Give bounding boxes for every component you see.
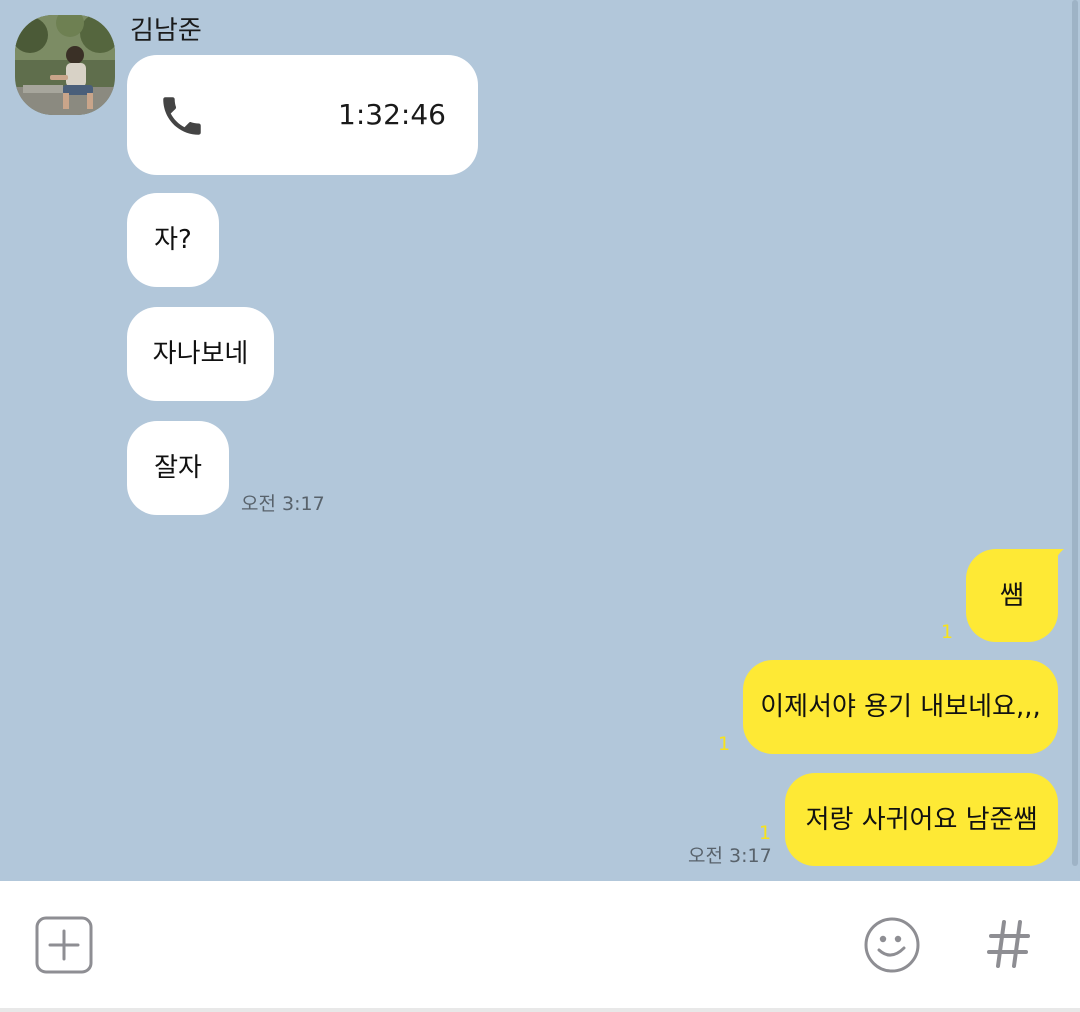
divider <box>0 1008 1080 1012</box>
message-bubble-in[interactable]: 자나보네 <box>127 307 274 401</box>
call-duration: 1:32:46 <box>338 98 446 131</box>
unread-count: 1 <box>718 733 731 755</box>
phone-icon <box>163 97 201 135</box>
message-text: 잘자 <box>154 453 202 483</box>
scrollbar[interactable] <box>1072 0 1078 866</box>
message-text: 자나보네 <box>152 339 249 369</box>
chat-area[interactable]: 김남준 1:32:46 자? 자나보네 잘자 오전 3:17 쌤 1 이제서야 … <box>0 0 1080 881</box>
message-text: 이제서야 용기 내보네요,,, <box>760 692 1041 722</box>
message-bubble-out[interactable]: 이제서야 용기 내보네요,,, <box>743 660 1058 754</box>
message-text: 자? <box>154 225 192 255</box>
call-record-bubble[interactable]: 1:32:46 <box>127 55 478 175</box>
message-bubble-in[interactable]: 자? <box>127 193 219 287</box>
message-text: 저랑 사귀어요 남준쌤 <box>805 804 1038 835</box>
plus-square-icon[interactable] <box>35 916 93 974</box>
message-timestamp: 오전 3:17 <box>241 493 325 515</box>
profile-photo <box>15 15 115 115</box>
unread-count: 1 <box>941 621 954 643</box>
unread-count: 1 <box>759 822 772 844</box>
message-bubble-out[interactable]: 저랑 사귀어요 남준쌤 <box>785 773 1058 866</box>
smiley-icon[interactable] <box>862 915 922 975</box>
message-text: 쌤 <box>1000 580 1024 611</box>
hashtag-icon[interactable] <box>987 919 1031 969</box>
contact-avatar[interactable] <box>15 15 115 115</box>
message-timestamp: 오전 3:17 <box>688 845 772 867</box>
message-bubble-in[interactable]: 잘자 <box>127 421 229 515</box>
message-input-bar[interactable] <box>0 881 1080 1012</box>
message-bubble-out[interactable]: 쌤 <box>966 549 1058 642</box>
contact-name: 김남준 <box>130 16 202 46</box>
